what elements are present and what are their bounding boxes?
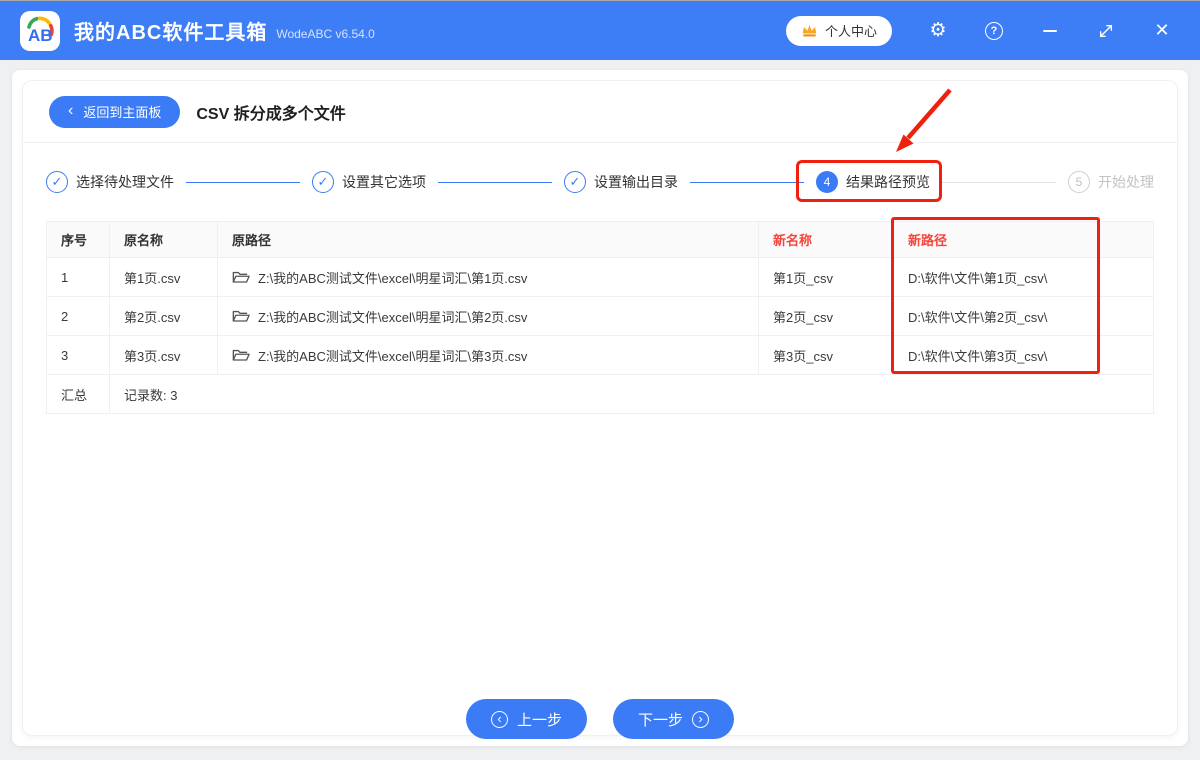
cell-orig-path: Z:\我的ABC测试文件\excel\明星词汇\第3页.csv [217, 335, 759, 375]
close-button[interactable]: ✕ [1134, 11, 1190, 51]
check-icon: ✓ [564, 171, 586, 193]
check-icon: ✓ [312, 171, 334, 193]
panel-header: ‹ 返回到主面板 CSV 拆分成多个文件 [23, 81, 1177, 143]
cell-index: 3 [46, 335, 110, 375]
cell-new-path: D:\软件\文件\第2页_csv\ [893, 296, 1154, 336]
cell-orig-path: Z:\我的ABC测试文件\excel\明星词汇\第2页.csv [217, 296, 759, 336]
summary-label: 汇总 [46, 374, 110, 414]
logo-text: AB [28, 26, 53, 45]
circle-chevron-right-icon: › [692, 710, 710, 728]
cell-new-path: D:\软件\文件\第3页_csv\ [893, 335, 1154, 375]
table-row: 3 第3页.csv Z:\我的ABC测试文件\excel\明星词汇\第3页.cs… [46, 335, 1154, 375]
step-select-files: ✓ 选择待处理文件 [46, 171, 174, 193]
minimize-button[interactable] [1022, 11, 1078, 51]
step-other-options: ✓ 设置其它选项 [312, 171, 426, 193]
step-number: 5 [1068, 171, 1090, 193]
table-row: 1 第1页.csv Z:\我的ABC测试文件\excel\明星词汇\第1页.cs… [46, 257, 1154, 297]
step-connector [186, 181, 300, 183]
app-version: WodeABC v6.54.0 [276, 27, 375, 41]
table-header-row: 序号 原名称 原路径 新名称 新路径 [46, 221, 1154, 258]
back-to-dashboard-button[interactable]: ‹ 返回到主面板 [49, 95, 181, 128]
step-connector [690, 181, 804, 183]
summary-text: 记录数: 3 [109, 374, 1154, 414]
close-icon: ✕ [1154, 20, 1170, 40]
folder-icon [232, 349, 250, 361]
step-label: 选择待处理文件 [76, 174, 174, 190]
col-new-path: 新路径 [893, 221, 1154, 258]
titlebar: AB 我的ABC软件工具箱 WodeABC v6.54.0 个人中心 ⚙ ? ✕ [0, 0, 1200, 60]
orig-path-text: Z:\我的ABC测试文件\excel\明星词汇\第1页.csv [258, 270, 528, 286]
step-start-process: 5 开始处理 [1068, 171, 1154, 193]
cell-new-path: D:\软件\文件\第1页_csv\ [893, 257, 1154, 297]
step-label: 开始处理 [1098, 174, 1154, 190]
next-step-label: 下一步 [638, 711, 684, 729]
main-card: ‹ 返回到主面板 CSV 拆分成多个文件 ✓ 选择待处理文件 ✓ 设置其它选项 … [12, 70, 1188, 746]
step-result-preview: 4 结果路径预览 [816, 171, 930, 193]
col-index: 序号 [46, 221, 110, 258]
cell-index: 2 [46, 296, 110, 336]
col-orig-path: 原路径 [217, 221, 759, 258]
footer-buttons: ‹ 上一步 下一步 › [23, 699, 1177, 739]
prev-step-button[interactable]: ‹ 上一步 [465, 699, 587, 739]
app-title: 我的ABC软件工具箱 [74, 22, 268, 44]
orig-path-text: Z:\我的ABC测试文件\excel\明星词汇\第2页.csv [258, 309, 528, 325]
table-row: 2 第2页.csv Z:\我的ABC测试文件\excel\明星词汇\第2页.cs… [46, 296, 1154, 336]
step-connector [942, 181, 1056, 183]
cell-new-name: 第3页_csv [758, 335, 894, 375]
help-button[interactable]: ? [966, 11, 1022, 51]
cell-orig-name: 第3页.csv [109, 335, 218, 375]
cell-new-name: 第1页_csv [758, 257, 894, 297]
resize-icon [1099, 24, 1113, 37]
crown-icon [802, 25, 817, 37]
cell-index: 1 [46, 257, 110, 297]
step-connector [438, 181, 552, 183]
step-number: 4 [816, 171, 838, 193]
help-icon: ? [985, 21, 1003, 40]
cell-orig-name: 第2页.csv [109, 296, 218, 336]
step-label: 设置输出目录 [594, 174, 678, 190]
check-icon: ✓ [46, 171, 68, 193]
resize-button[interactable] [1078, 11, 1134, 51]
cell-orig-path: Z:\我的ABC测试文件\excel\明星词汇\第1页.csv [217, 257, 759, 297]
result-table-wrap: 序号 原名称 原路径 新名称 新路径 1 第1页.csv Z:\我的ABC测试文… [46, 221, 1154, 414]
orig-path-text: Z:\我的ABC测试文件\excel\明星词汇\第3页.csv [258, 348, 528, 364]
app-logo-icon: AB [20, 10, 60, 51]
step-label: 设置其它选项 [342, 174, 426, 190]
back-button-label: 返回到主面板 [83, 105, 162, 120]
summary-row: 汇总 记录数: 3 [46, 374, 1154, 414]
cell-orig-name: 第1页.csv [109, 257, 218, 297]
settings-button[interactable]: ⚙ [910, 11, 966, 51]
user-center-label: 个人中心 [824, 24, 877, 39]
user-center-button[interactable]: 个人中心 [785, 15, 892, 46]
stepper: ✓ 选择待处理文件 ✓ 设置其它选项 ✓ 设置输出目录 4 结果路径预览 5 开… [23, 143, 1177, 193]
col-new-name: 新名称 [758, 221, 894, 258]
step-output-dir: ✓ 设置输出目录 [564, 171, 678, 193]
chevron-left-icon: ‹ [68, 101, 74, 119]
page-title: CSV 拆分成多个文件 [196, 105, 346, 123]
cell-new-name: 第2页_csv [758, 296, 894, 336]
prev-step-label: 上一步 [516, 711, 562, 729]
content-panel: ‹ 返回到主面板 CSV 拆分成多个文件 ✓ 选择待处理文件 ✓ 设置其它选项 … [22, 80, 1178, 739]
minimize-icon [1043, 29, 1057, 32]
next-step-button[interactable]: 下一步 › [613, 699, 735, 739]
col-orig-name: 原名称 [109, 221, 218, 258]
circle-chevron-left-icon: ‹ [490, 710, 508, 728]
gear-icon: ⚙ [929, 20, 947, 41]
folder-icon [232, 310, 250, 322]
step-label: 结果路径预览 [846, 174, 930, 190]
result-preview-table: 序号 原名称 原路径 新名称 新路径 1 第1页.csv Z:\我的ABC测试文… [46, 221, 1154, 414]
folder-icon [232, 271, 250, 283]
